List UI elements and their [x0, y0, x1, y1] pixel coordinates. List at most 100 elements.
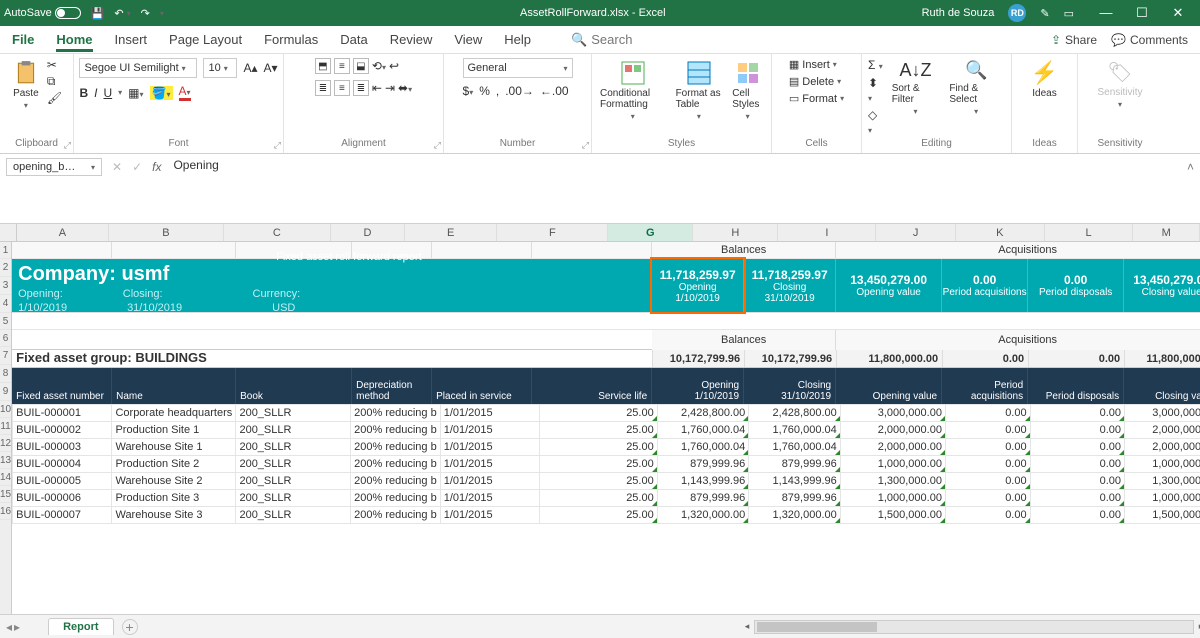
ideas-button[interactable]: ⚡ Ideas	[1029, 58, 1060, 101]
data-table[interactable]: BUIL-000001Corporate headquarters200_SLL…	[12, 404, 1200, 524]
table-row[interactable]: BUIL-000006Production Site 3200_SLLR200%…	[13, 490, 1200, 507]
ribbon-display-icon[interactable]: ▭	[1064, 7, 1074, 20]
format-as-table-button[interactable]: Format as Table▾	[674, 58, 725, 123]
underline-button[interactable]: U	[103, 86, 112, 100]
tab-data[interactable]: Data	[340, 32, 367, 47]
minimize-button[interactable]: —	[1088, 5, 1124, 21]
wrap-text-icon[interactable]: ↩	[389, 59, 399, 73]
alignment-dialog-icon[interactable]: ⤢	[434, 140, 441, 151]
comma-format-icon[interactable]: ,	[496, 84, 499, 98]
row-header[interactable]: 9	[0, 383, 11, 401]
border-button[interactable]: ▦▾	[128, 86, 143, 100]
number-dialog-icon[interactable]: ⤢	[582, 140, 589, 151]
fill-icon[interactable]: ⬍ ▾	[868, 76, 884, 104]
column-header[interactable]: H	[693, 224, 778, 241]
align-right-icon[interactable]: ≣	[353, 80, 369, 96]
column-header[interactable]: L	[1045, 224, 1134, 241]
decrease-font-icon[interactable]: A▾	[264, 61, 278, 75]
font-color-button[interactable]: A▾	[179, 84, 191, 101]
orientation-icon[interactable]: ⟲▾	[372, 59, 386, 73]
table-row[interactable]: BUIL-000003Warehouse Site 1200_SLLR200% …	[13, 439, 1200, 456]
select-all-corner[interactable]	[0, 224, 17, 241]
save-icon[interactable]: 💾	[91, 7, 105, 20]
row-header[interactable]: 8	[0, 365, 11, 383]
table-row[interactable]: BUIL-000005Warehouse Site 2200_SLLR200% …	[13, 473, 1200, 490]
decrease-indent-icon[interactable]: ⇤	[372, 81, 382, 95]
number-format-select[interactable]: General▾	[463, 58, 573, 78]
share-button[interactable]: ⇪Share	[1051, 33, 1097, 47]
decrease-decimal-icon[interactable]: ←.00	[540, 84, 569, 98]
column-header[interactable]: M	[1133, 224, 1200, 241]
column-header[interactable]: A	[17, 224, 109, 241]
insert-cells-button[interactable]: ▦ Insert ▾	[789, 58, 837, 71]
enter-formula-icon[interactable]: ✓	[132, 160, 142, 174]
tab-file[interactable]: File	[12, 32, 34, 47]
coming-soon-icon[interactable]: ✎	[1040, 7, 1049, 20]
row-header[interactable]: 5	[0, 313, 11, 330]
tab-formulas[interactable]: Formulas	[264, 32, 318, 47]
column-header[interactable]: J	[876, 224, 956, 241]
tell-me-search[interactable]: 🔍 Search	[571, 32, 632, 48]
fx-icon[interactable]: fx	[152, 160, 161, 174]
cut-icon[interactable]: ✂	[47, 58, 57, 72]
comments-button[interactable]: 💬Comments	[1111, 33, 1188, 47]
bold-button[interactable]: B	[79, 86, 88, 100]
qat-customize-icon[interactable]: ▾	[160, 9, 164, 18]
row-header[interactable]: 14	[0, 469, 11, 486]
row-header[interactable]: 10	[0, 401, 11, 418]
increase-indent-icon[interactable]: ⇥	[385, 81, 395, 95]
row-header[interactable]: 15	[0, 486, 11, 503]
table-row[interactable]: BUIL-000002Production Site 1200_SLLR200%…	[13, 422, 1200, 439]
row-header[interactable]: 6	[0, 330, 11, 347]
row-header[interactable]: 1	[0, 242, 11, 259]
formula-bar[interactable]: Opening	[165, 154, 1200, 176]
align-top-icon[interactable]: ⬒	[315, 58, 331, 74]
autosave-toggle[interactable]: AutoSave	[4, 7, 81, 19]
tab-view[interactable]: View	[454, 32, 482, 47]
sort-filter-button[interactable]: A↓Z Sort & Filter▾	[890, 58, 942, 118]
column-header[interactable]: B	[109, 224, 224, 241]
percent-format-icon[interactable]: %	[479, 84, 490, 98]
tab-help[interactable]: Help	[504, 32, 531, 47]
clear-icon[interactable]: ◇ ▾	[868, 108, 884, 136]
sheet-nav-next-icon[interactable]: ▸	[14, 620, 20, 634]
user-avatar[interactable]: RD	[1008, 4, 1026, 22]
table-row[interactable]: BUIL-000007Warehouse Site 3200_SLLR200% …	[13, 507, 1200, 524]
column-header[interactable]: F	[497, 224, 608, 241]
font-size-select[interactable]: 10▾	[203, 58, 237, 78]
table-row[interactable]: BUIL-000004Production Site 2200_SLLR200%…	[13, 456, 1200, 473]
row-header[interactable]: 12	[0, 435, 11, 452]
align-bottom-icon[interactable]: ⬓	[353, 58, 369, 74]
column-header[interactable]: K	[956, 224, 1045, 241]
autosum-icon[interactable]: Σ ▾	[868, 58, 883, 72]
selected-cell-indicator[interactable]: 11,718,259.97 Opening 1/10/2019	[652, 259, 744, 312]
delete-cells-button[interactable]: ▤ Delete ▾	[789, 75, 841, 88]
merge-center-icon[interactable]: ⬌▾	[398, 81, 412, 95]
column-header[interactable]: I	[778, 224, 876, 241]
column-header[interactable]: C	[224, 224, 331, 241]
paste-button[interactable]: Paste▾	[11, 58, 41, 112]
tab-review[interactable]: Review	[390, 32, 433, 47]
add-sheet-button[interactable]: +	[122, 619, 138, 635]
table-row[interactable]: BUIL-000001Corporate headquarters200_SLL…	[13, 405, 1200, 422]
user-name[interactable]: Ruth de Souza	[922, 7, 995, 19]
row-header[interactable]: 3	[0, 277, 11, 295]
row-header[interactable]: 16	[0, 503, 11, 520]
tab-pagelayout[interactable]: Page Layout	[169, 32, 242, 47]
row-header[interactable]: 11	[0, 418, 11, 435]
row-header[interactable]: 2	[0, 259, 11, 277]
undo-icon[interactable]: ↶▾	[114, 7, 130, 20]
horizontal-scrollbar[interactable]: ◂▸	[754, 620, 1194, 634]
column-header[interactable]: G	[608, 224, 693, 241]
sheet-nav-prev-icon[interactable]: ◂	[6, 620, 12, 634]
maximize-button[interactable]: ☐	[1124, 5, 1160, 21]
fill-color-button[interactable]: 🪣▾	[150, 86, 173, 100]
conditional-formatting-button[interactable]: Conditional Formatting▾	[598, 58, 668, 123]
increase-decimal-icon[interactable]: .00→	[505, 84, 534, 98]
name-box[interactable]: opening_b…▾	[6, 158, 102, 176]
find-select-button[interactable]: 🔍 Find & Select▾	[947, 58, 1005, 118]
tab-home[interactable]: Home	[56, 32, 92, 47]
italic-button[interactable]: I	[94, 86, 97, 100]
row-header[interactable]: 4	[0, 295, 11, 313]
column-header[interactable]: E	[405, 224, 497, 241]
